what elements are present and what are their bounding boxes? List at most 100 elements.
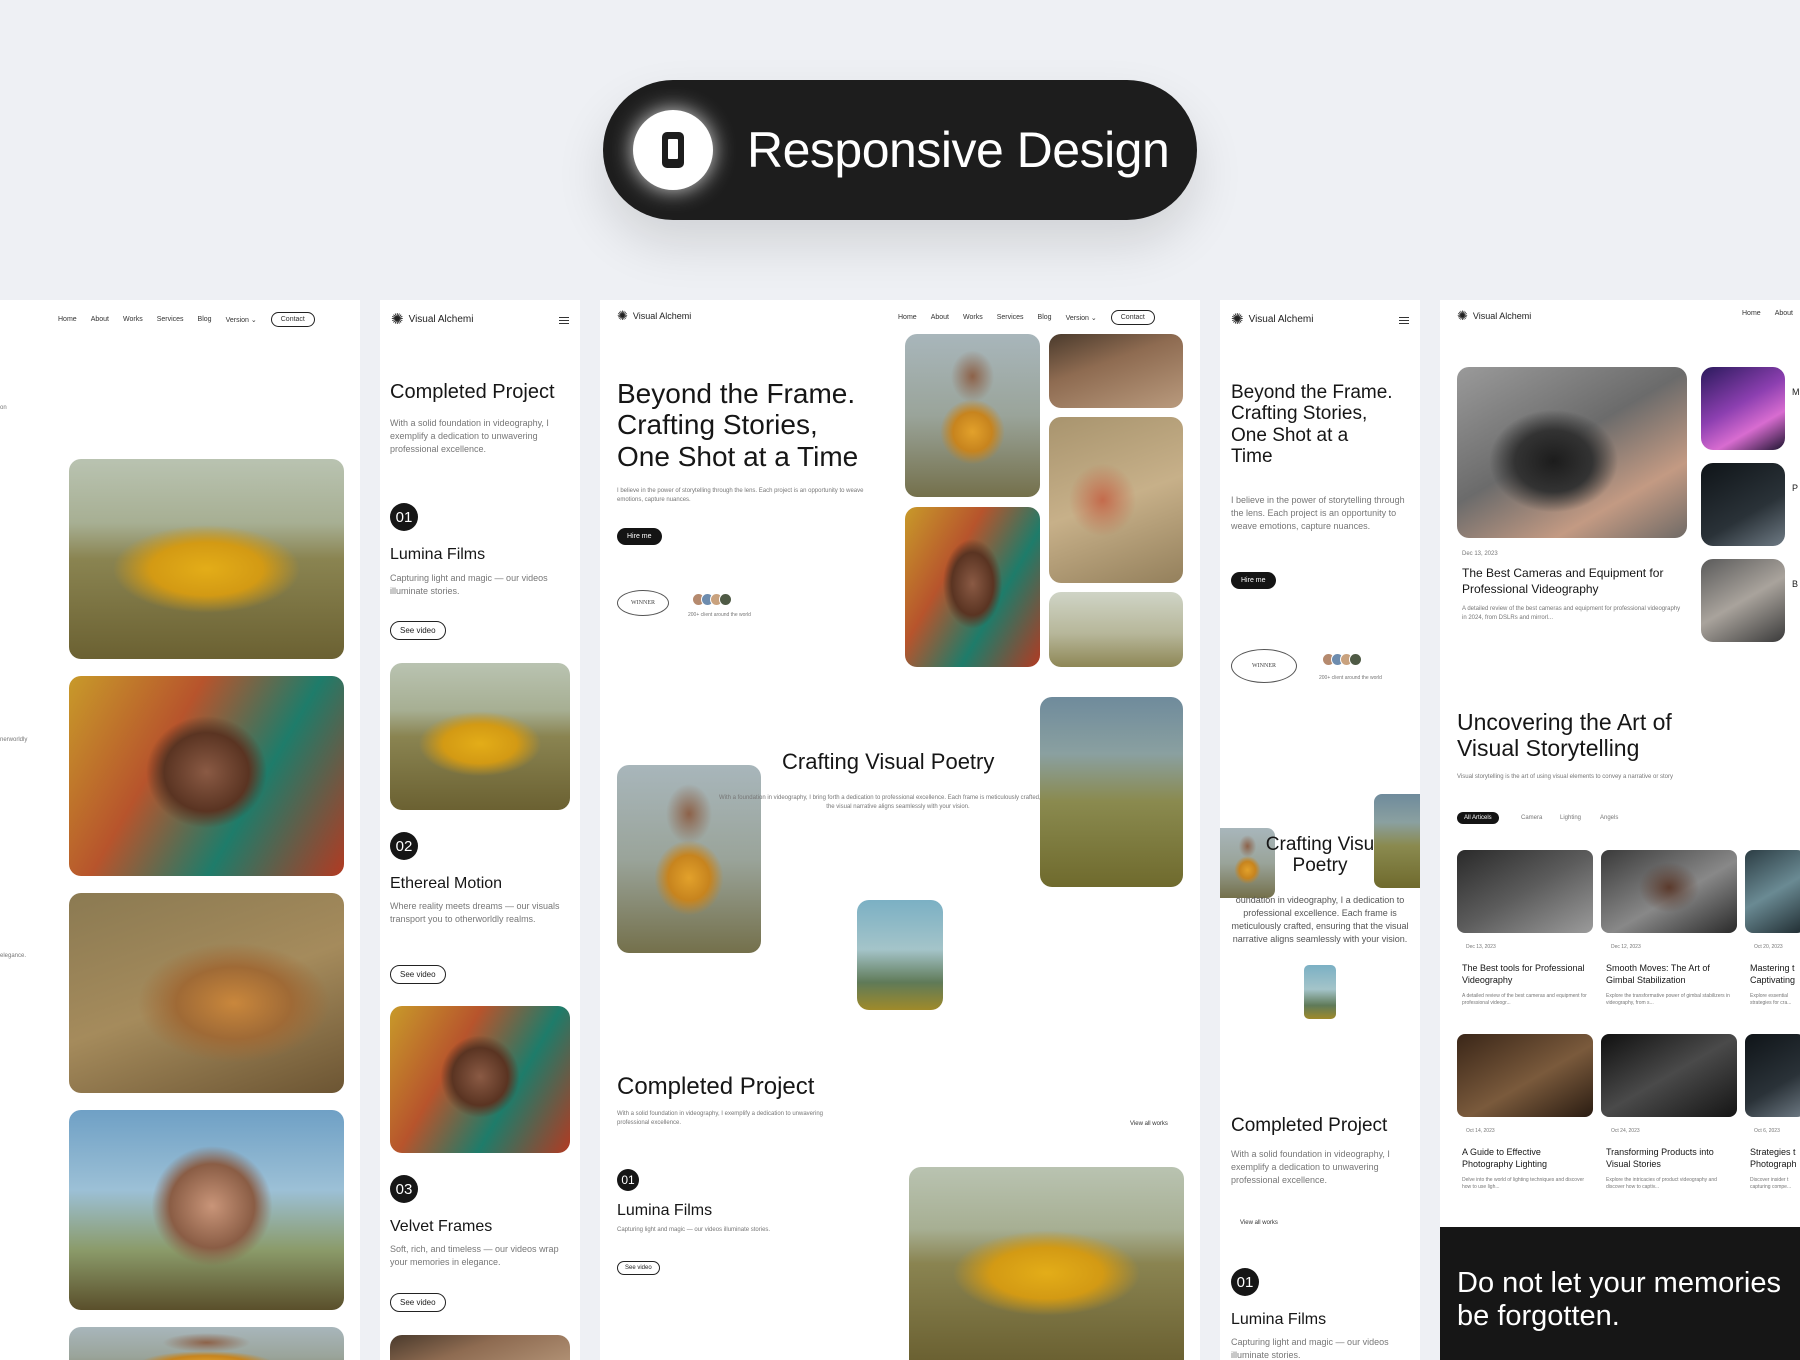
article-title[interactable]: The Best tools for Professional Videogra… — [1462, 962, 1592, 986]
hire-me-button[interactable]: Hire me — [617, 528, 662, 545]
nav-about[interactable]: About — [1775, 310, 1793, 317]
project-number: 02 — [390, 832, 418, 860]
article-image[interactable] — [1701, 463, 1785, 546]
article-title[interactable]: Transforming Products into Visual Storie… — [1606, 1146, 1736, 1170]
hero-description: I believe in the power of storytelling t… — [1231, 495, 1405, 532]
poetry-image[interactable] — [857, 900, 943, 1010]
project-title: Velvet Frames — [390, 1218, 493, 1235]
sofa-in-field-image[interactable] — [69, 459, 344, 659]
article-card-image[interactable] — [1601, 850, 1737, 933]
article-title[interactable]: Smooth Moves: The Art of Gimbal Stabiliz… — [1606, 962, 1736, 986]
see-video-button[interactable]: See video — [390, 965, 446, 984]
hero-image[interactable] — [905, 334, 1040, 497]
nav-about[interactable]: About — [91, 316, 109, 323]
clients-count: 200+ client around the world — [688, 612, 751, 618]
hamburger-menu-icon[interactable] — [1399, 317, 1409, 324]
hamburger-menu-icon[interactable] — [559, 317, 569, 324]
nav-works[interactable]: Works — [963, 314, 983, 321]
nav-about[interactable]: About — [931, 314, 949, 321]
article-card-image[interactable] — [1457, 1034, 1593, 1117]
filter-camera[interactable]: Camera — [1521, 815, 1542, 821]
brand-logo[interactable]: ✺ Visual Alchemi — [391, 312, 473, 327]
project-image[interactable] — [390, 1335, 570, 1360]
nav-home[interactable]: Home — [898, 314, 917, 321]
article-description: Explore the intricacies of product video… — [1606, 1177, 1717, 1191]
hero-line: One Shot at a — [1231, 424, 1349, 446]
project-description: Capturing light and magic — our videos i… — [617, 1227, 771, 1233]
poetry-title: Crafting Visu Poetry — [1230, 834, 1410, 877]
award-label: WINNER — [631, 600, 655, 606]
see-video-button[interactable]: See video — [390, 1293, 446, 1312]
article-description: Delve into the world of lighting techniq… — [1462, 1177, 1585, 1191]
contact-button[interactable]: Contact — [270, 312, 315, 327]
section-title: Uncovering the Art of Visual Storytellin… — [1457, 709, 1672, 762]
nav-home[interactable]: Home — [1742, 310, 1761, 317]
project-image[interactable] — [390, 663, 570, 810]
poetry-image[interactable] — [1040, 697, 1183, 887]
filter-all-articles[interactable]: All Articels — [1457, 812, 1499, 824]
poetry-image[interactable] — [1304, 965, 1336, 1019]
woman-portrait-image[interactable] — [69, 676, 344, 876]
couple-image[interactable] — [69, 893, 344, 1093]
nav-works[interactable]: Works — [123, 316, 143, 323]
contact-button[interactable]: Contact — [1110, 310, 1155, 325]
featured-article-image[interactable] — [1457, 367, 1687, 538]
article-card-image[interactable] — [1457, 850, 1593, 933]
article-card-image[interactable] — [1745, 850, 1800, 933]
project-number: 03 — [390, 1175, 418, 1203]
article-card-image[interactable] — [1601, 1034, 1737, 1117]
brand-logo[interactable]: ✺ Visual Alchemi — [1457, 309, 1531, 322]
article-date: Oct 14, 2023 — [1466, 1128, 1495, 1134]
nav-blog[interactable]: Blog — [1038, 314, 1052, 321]
project-description: Capturing light and magic — our videos i… — [390, 573, 548, 597]
mobile-projects-panel: ✺ Visual Alchemi Completed Project With … — [380, 300, 580, 1360]
nav-version[interactable]: Version ⌄ — [226, 316, 257, 324]
hero-line: Crafting Stories, — [1231, 403, 1368, 425]
hero-line: Beyond the Frame. — [617, 378, 856, 409]
hire-me-button[interactable]: Hire me — [1231, 572, 1276, 589]
hero-image[interactable] — [1049, 592, 1183, 667]
article-title[interactable]: A Guide to Effective Photography Lightin… — [1462, 1146, 1592, 1170]
article-title[interactable]: The Best Cameras and Equipment for Profe… — [1462, 565, 1682, 597]
award-label: WINNER — [1252, 663, 1276, 669]
view-all-works-link[interactable]: View all works — [1130, 1120, 1168, 1129]
nav-home[interactable]: Home — [58, 316, 77, 323]
cta-line: be forgotten. — [1457, 1300, 1620, 1333]
filter-angels[interactable]: Angels — [1600, 815, 1618, 821]
brand-name: Visual Alchemi — [1248, 314, 1314, 325]
project-image[interactable] — [909, 1167, 1184, 1360]
article-card-image[interactable] — [1745, 1034, 1800, 1117]
nav-version[interactable]: Version ⌄ — [1066, 314, 1097, 322]
poetry-line: Poetry — [1292, 855, 1348, 877]
boy-portrait-image[interactable] — [69, 1110, 344, 1310]
section-title: Completed Project — [1231, 1115, 1388, 1136]
article-image[interactable] — [1701, 559, 1785, 642]
article-title-cropped[interactable]: B — [1792, 579, 1798, 589]
article-title[interactable]: Strategies t Photograph — [1750, 1146, 1800, 1170]
view-all-works-link[interactable]: View all works — [1240, 1219, 1278, 1228]
client-avatars — [1322, 653, 1362, 666]
hero-image[interactable] — [1049, 334, 1183, 408]
article-title-cropped[interactable]: M — [1792, 387, 1800, 397]
badge-label: Responsive Design — [747, 122, 1170, 178]
project-title: Lumina Films — [390, 546, 486, 563]
cta-line: Do not let your memories — [1457, 1267, 1781, 1299]
project-image[interactable] — [390, 1006, 570, 1153]
article-title-cropped[interactable]: P — [1792, 483, 1798, 493]
project-image[interactable] — [69, 1327, 344, 1360]
brand-logo[interactable]: ✺ Visual Alchemi — [617, 309, 691, 322]
article-date: Dec 13, 2023 — [1462, 551, 1498, 557]
see-video-button[interactable]: See video — [390, 621, 446, 640]
see-video-button[interactable]: See video — [617, 1261, 660, 1275]
article-title[interactable]: Mastering t Captivating — [1750, 962, 1800, 986]
hero-image[interactable] — [905, 507, 1040, 667]
nav-blog[interactable]: Blog — [198, 316, 212, 323]
nav-services[interactable]: Services — [997, 314, 1024, 321]
project-title: Ethereal Motion — [390, 875, 503, 892]
brand-logo[interactable]: ✺ Visual Alchemi — [1231, 312, 1313, 327]
filter-lighting[interactable]: Lighting — [1560, 815, 1581, 821]
poetry-title: Crafting Visual Poetry — [782, 749, 995, 774]
nav-services[interactable]: Services — [157, 316, 184, 323]
article-image[interactable] — [1701, 367, 1785, 450]
hero-image[interactable] — [1049, 417, 1183, 583]
